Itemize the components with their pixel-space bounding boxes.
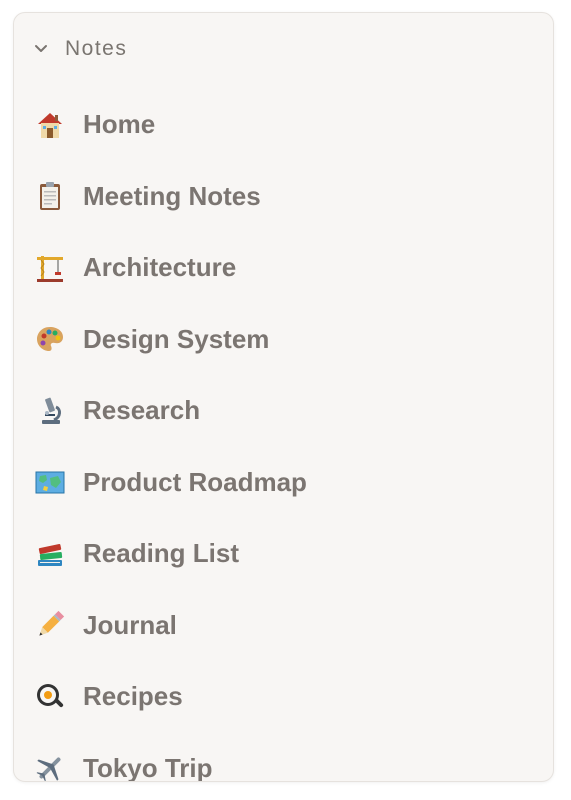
sidebar-item-reading-list[interactable]: Reading List <box>14 518 553 590</box>
crane-icon <box>33 251 67 285</box>
chevron-down-icon[interactable] <box>34 42 48 56</box>
sidebar-item-research[interactable]: Research <box>14 375 553 447</box>
sidebar-item-label: Recipes <box>83 681 183 712</box>
notes-section-header[interactable]: Notes <box>14 35 127 63</box>
pencil-icon <box>33 608 67 642</box>
sidebar-item-label: Design System <box>83 323 270 354</box>
books-icon <box>33 537 67 571</box>
house-icon <box>33 108 67 142</box>
notes-list: Home Meeting Notes Architecture Design S… <box>14 89 553 782</box>
section-title: Notes <box>65 37 128 60</box>
sidebar-item-label: Home <box>83 109 156 140</box>
clipboard-icon <box>33 179 67 213</box>
sidebar-item-recipes[interactable]: Recipes <box>14 661 553 733</box>
frying-pan-icon <box>33 680 67 714</box>
sidebar-item-tokyo-trip[interactable]: Tokyo Trip <box>14 733 553 782</box>
sidebar-item-architecture[interactable]: Architecture <box>14 232 553 304</box>
sidebar-item-label: Tokyo Trip <box>83 752 213 782</box>
microscope-icon <box>33 394 67 428</box>
sidebar-item-label: Meeting Notes <box>83 180 261 211</box>
sidebar-item-label: Research <box>83 395 201 426</box>
map-icon <box>33 465 67 499</box>
sidebar-item-label: Architecture <box>83 252 237 283</box>
sidebar-item-meeting-notes[interactable]: Meeting Notes <box>14 161 553 233</box>
sidebar-item-label: Reading List <box>83 538 240 569</box>
palette-icon <box>33 322 67 356</box>
sidebar-item-label: Product Roadmap <box>83 466 307 497</box>
sidebar-item-design-system[interactable]: Design System <box>14 304 553 376</box>
notes-sidebar-panel: Notes Home Meeting Notes Architecture De… <box>13 12 554 782</box>
airplane-icon <box>33 751 67 781</box>
sidebar-item-journal[interactable]: Journal <box>14 590 553 662</box>
sidebar-item-home[interactable]: Home <box>14 89 553 161</box>
sidebar-item-label: Journal <box>83 609 177 640</box>
sidebar-item-product-roadmap[interactable]: Product Roadmap <box>14 447 553 519</box>
